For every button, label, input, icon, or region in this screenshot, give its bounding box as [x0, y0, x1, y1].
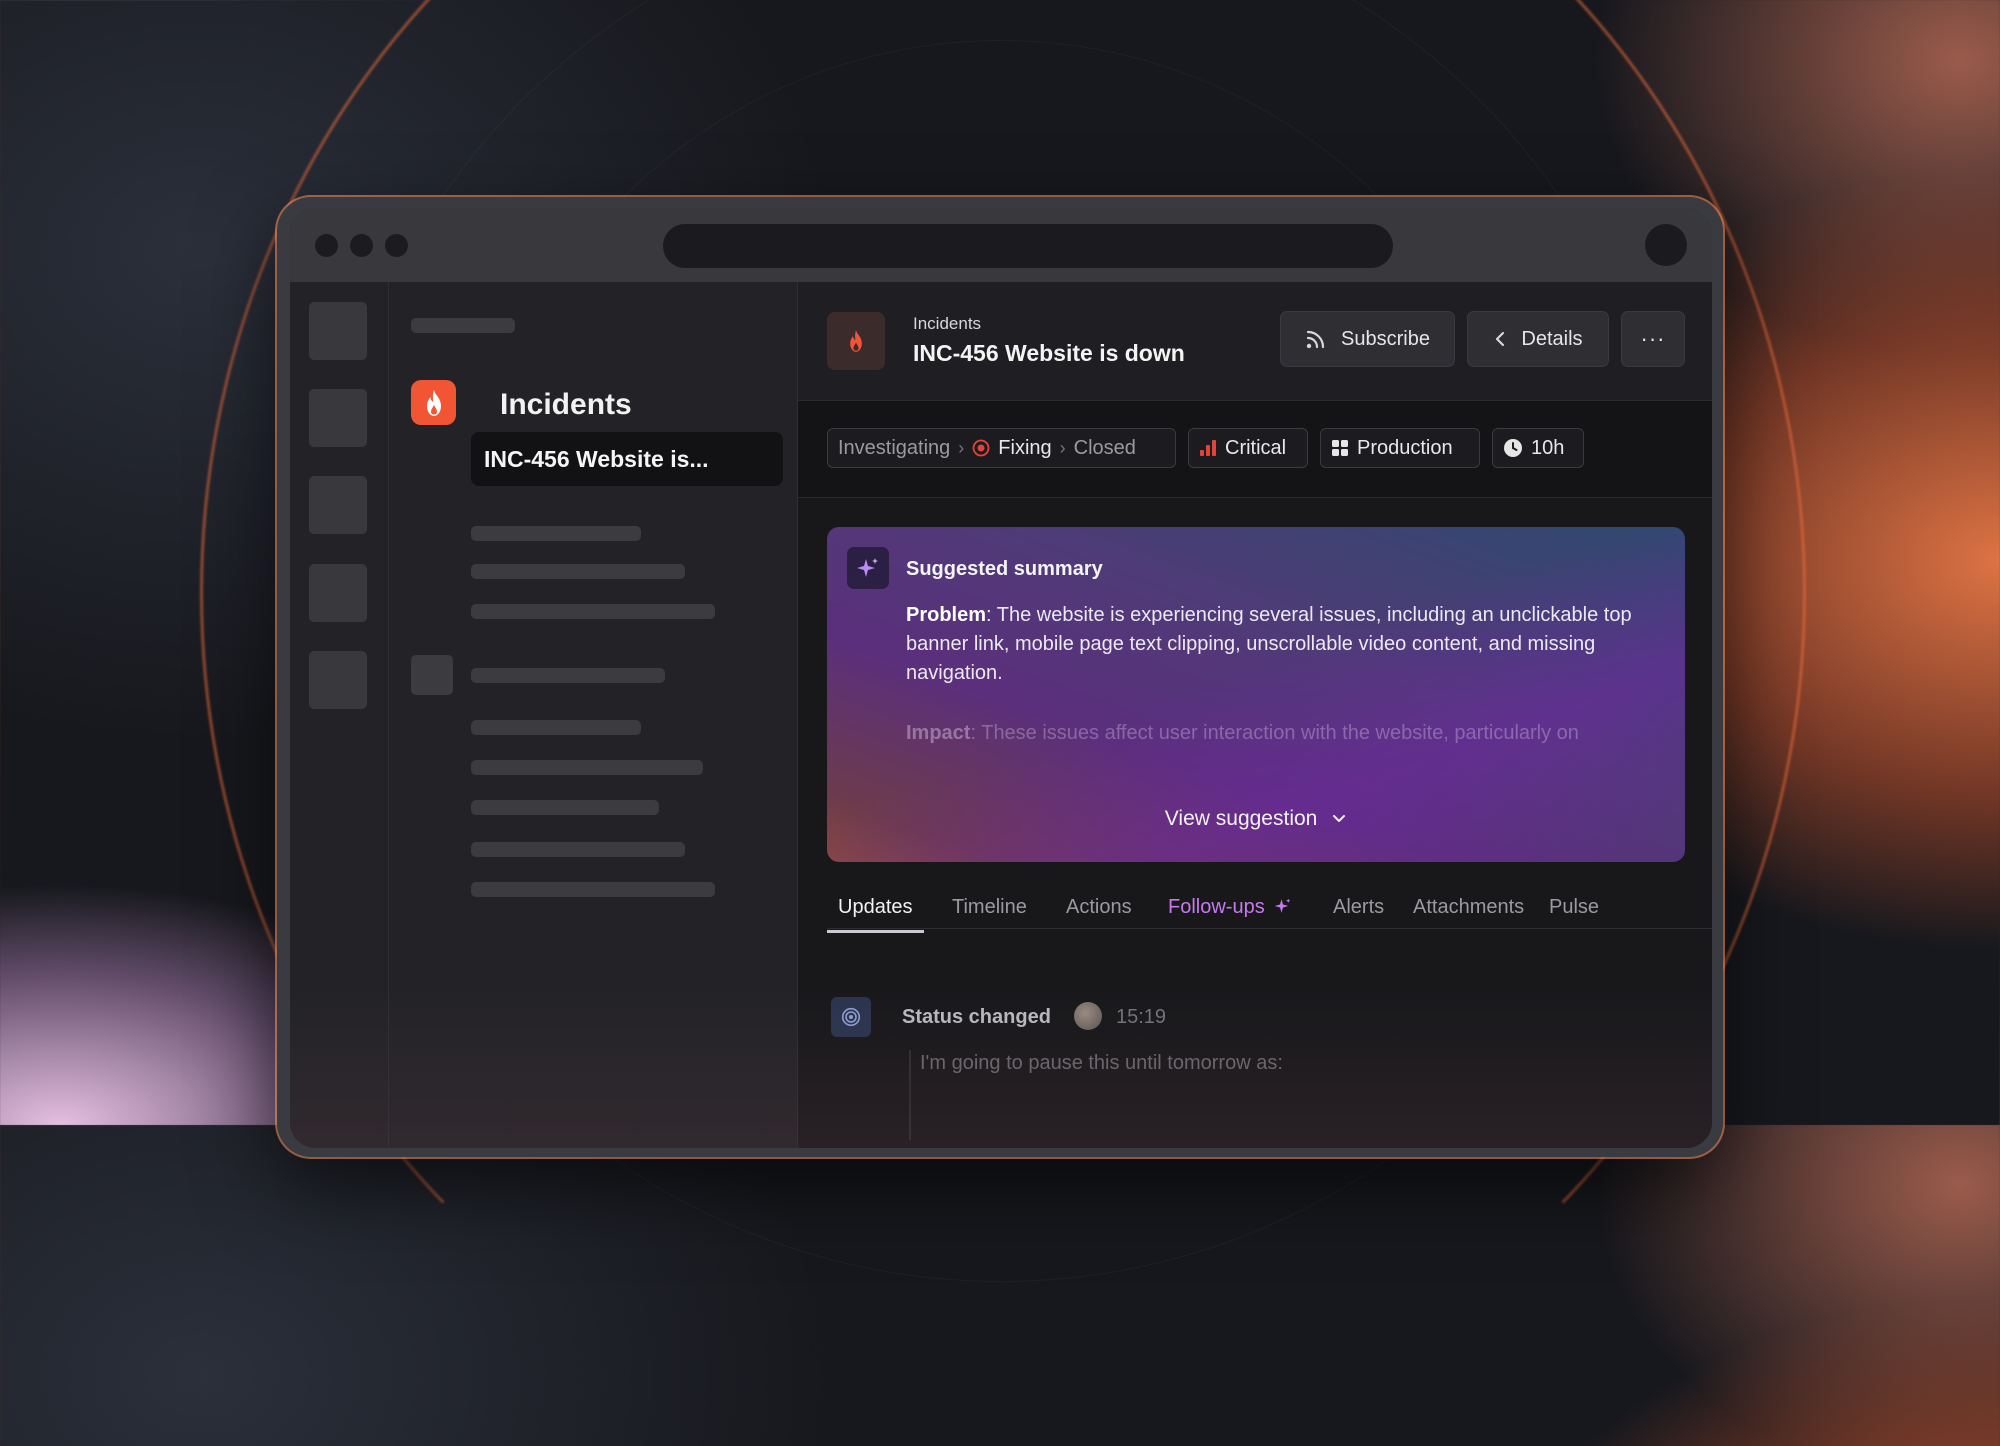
problem-label: Problem	[906, 604, 987, 626]
tab-pulse[interactable]: Pulse	[1549, 896, 1599, 919]
summary-impact: Impact: These issues affect user interac…	[906, 722, 1676, 745]
severity-label: Critical	[1225, 436, 1287, 459]
chevron-left-icon	[1496, 331, 1505, 347]
more-icon: ···	[1640, 326, 1666, 351]
clock-icon	[1504, 439, 1522, 457]
fixing-status-icon	[972, 439, 990, 457]
severity-bars-icon	[1200, 440, 1216, 456]
placeholder-bar	[471, 882, 715, 897]
fire-icon	[850, 330, 862, 352]
tab-actions[interactable]: Actions	[1066, 896, 1132, 919]
tab-attachments[interactable]: Attachments	[1413, 896, 1524, 919]
nav-rail-item[interactable]	[309, 564, 367, 622]
more-options-button[interactable]: ···	[1621, 311, 1685, 367]
profile-avatar[interactable]	[1645, 224, 1687, 266]
stage-investigating[interactable]: Investigating	[838, 437, 950, 460]
placeholder-bar	[411, 318, 515, 333]
placeholder-bar	[471, 760, 703, 775]
update-quote-bar	[909, 1050, 911, 1140]
app-window: Incidents INC-456 Website is... Incident…	[290, 208, 1712, 1148]
impact-text: : These issues affect user interaction w…	[970, 722, 1579, 744]
incident-tabs: Updates Timeline Actions Follow-ups Aler…	[827, 888, 1712, 933]
nav-rail-item[interactable]	[309, 302, 367, 360]
placeholder-bar	[471, 526, 641, 541]
placeholder-bar	[471, 720, 641, 735]
placeholder-bar	[471, 842, 685, 857]
page-title: INC-456 Website is down	[913, 340, 1185, 366]
summary-heading: Suggested summary	[906, 558, 1103, 580]
view-suggestion-label: View suggestion	[1164, 807, 1318, 830]
incident-icon	[827, 312, 885, 370]
subscribe-button[interactable]: Subscribe	[1280, 311, 1455, 367]
view-suggestion-button[interactable]: View suggestion	[827, 807, 1685, 831]
sidebar-title: Incidents	[500, 388, 632, 421]
sidebar-item-label: INC-456 Website is...	[484, 446, 709, 472]
nav-rail-item[interactable]	[309, 476, 367, 534]
tab-alerts[interactable]: Alerts	[1333, 896, 1384, 919]
ai-sparkle-badge	[847, 547, 889, 589]
window-maximize-dot[interactable]	[385, 234, 408, 257]
update-message: I'm going to pause this until tomorrow a…	[920, 1052, 1283, 1074]
sparkle-icon	[1275, 898, 1291, 913]
fire-icon	[426, 389, 441, 416]
problem-text: : The website is experiencing several is…	[906, 604, 1632, 684]
status-stepper[interactable]: Investigating › Fixing › Closed	[827, 428, 1176, 468]
breadcrumb[interactable]: Incidents	[913, 314, 981, 334]
window-minimize-dot[interactable]	[350, 234, 373, 257]
incident-detail: Incidents INC-456 Website is down Subscr…	[798, 282, 1712, 1148]
stage-fixing[interactable]: Fixing	[998, 437, 1051, 460]
tab-follow-ups-label: Follow-ups	[1168, 896, 1265, 918]
details-button[interactable]: Details	[1467, 311, 1609, 367]
duration-badge[interactable]: 10h	[1492, 428, 1584, 468]
severity-badge[interactable]: Critical	[1188, 428, 1308, 468]
stage-closed[interactable]: Closed	[1074, 437, 1136, 460]
nav-rail-item[interactable]	[309, 389, 367, 447]
rss-icon	[1306, 330, 1325, 349]
placeholder-bar	[471, 668, 665, 683]
user-avatar[interactable]	[1074, 1002, 1102, 1030]
details-label: Details	[1521, 327, 1583, 350]
tab-follow-ups[interactable]: Follow-ups	[1168, 896, 1292, 919]
sidebar: Incidents INC-456 Website is...	[389, 282, 798, 1148]
suggested-summary-card: Suggested summary Problem: The website i…	[827, 527, 1685, 862]
duration-label: 10h	[1531, 436, 1565, 459]
grid-icon	[1332, 440, 1348, 456]
nav-rail-item[interactable]	[309, 651, 367, 709]
chevron-right-icon: ›	[958, 437, 965, 458]
subscribe-label: Subscribe	[1341, 327, 1430, 350]
window-titlebar	[290, 208, 1712, 282]
sidebar-item-selected-incident[interactable]: INC-456 Website is...	[471, 432, 783, 486]
update-title: Status changed	[902, 1006, 1051, 1028]
incident-status-row: Investigating › Fixing › Closed Critical	[798, 401, 1712, 498]
environment-badge[interactable]: Production	[1320, 428, 1480, 468]
tab-updates[interactable]: Updates	[827, 896, 923, 933]
incidents-logo	[411, 380, 456, 425]
address-bar[interactable]	[663, 224, 1393, 268]
environment-label: Production	[1357, 436, 1453, 459]
broadcast-icon	[841, 1007, 861, 1027]
summary-problem: Problem: The website is experiencing sev…	[906, 601, 1666, 688]
status-change-icon	[831, 997, 871, 1037]
chevron-down-icon	[1333, 815, 1346, 822]
tab-timeline[interactable]: Timeline	[952, 896, 1027, 919]
sparkle-icon	[857, 558, 878, 577]
chevron-right-icon: ›	[1059, 437, 1066, 458]
update-timestamp: 15:19	[1116, 1006, 1167, 1028]
placeholder-icon	[411, 655, 453, 695]
incident-header: Incidents INC-456 Website is down Subscr…	[798, 282, 1712, 401]
placeholder-bar	[471, 564, 685, 579]
nav-rail	[290, 282, 389, 1148]
placeholder-bar	[471, 800, 659, 815]
placeholder-bar	[471, 604, 715, 619]
impact-label: Impact	[906, 722, 971, 744]
window-close-dot[interactable]	[315, 234, 338, 257]
